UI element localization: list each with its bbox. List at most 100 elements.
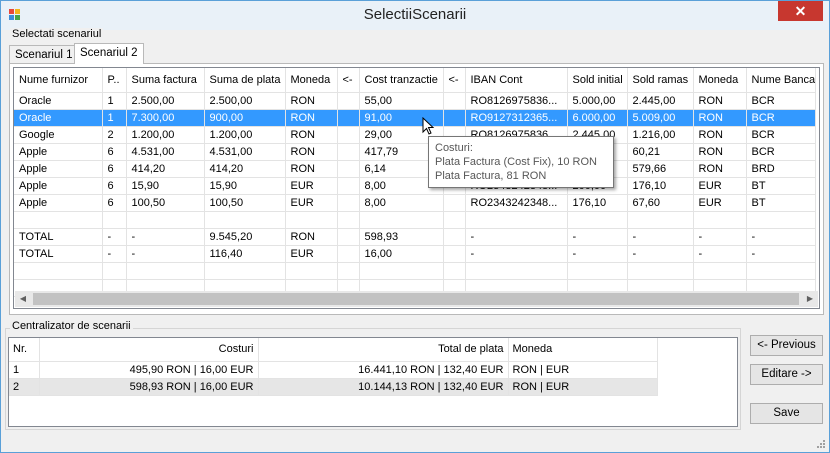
table-cell[interactable]: 15,90	[126, 177, 205, 195]
table-cell[interactable]: 900,00	[204, 109, 286, 127]
table-cell[interactable]: 60,21	[627, 143, 694, 161]
table-cell[interactable]: BCR	[746, 92, 817, 110]
table-cell[interactable]	[204, 211, 286, 229]
table-cell[interactable]: 6	[102, 160, 127, 178]
table-cell[interactable]	[443, 228, 466, 246]
table-cell[interactable]	[337, 160, 360, 178]
table-cell[interactable]: 1.216,00	[627, 126, 694, 144]
summary-grid[interactable]: Nr. Costuri Total de plata Moneda 1 495,90 R…	[8, 337, 738, 427]
table-cell[interactable]: BT	[746, 177, 817, 195]
table-cell[interactable]: TOTAL	[14, 245, 103, 263]
table-cell[interactable]: -	[693, 228, 747, 246]
table-cell[interactable]	[443, 245, 466, 263]
scroll-left-icon[interactable]: ◀	[15, 291, 31, 307]
table-row[interactable]: 1 495,90 RON | 16,00 EUR 16.441,10 RON | 1…	[9, 361, 658, 379]
column-header[interactable]: Nr.	[9, 338, 40, 362]
table-row[interactable]: TOTAL - -116,40 EUR 16,00- - - - -	[14, 245, 817, 263]
table-row[interactable]: Apple 6 414,20 414,20 RON 6,14 579,66 RON BRD	[14, 160, 817, 178]
table-cell[interactable]	[567, 211, 628, 229]
table-cell[interactable]: BCR	[746, 126, 817, 144]
table-cell[interactable]: 6	[102, 143, 127, 161]
table-cell[interactable]: 414,20	[204, 160, 286, 178]
table-cell[interactable]: EUR	[693, 177, 747, 195]
table-cell[interactable]: -	[693, 245, 747, 263]
column-header[interactable]: Cost tranzactie	[359, 68, 444, 93]
table-cell[interactable]: Apple	[14, 177, 103, 195]
table-cell[interactable]: BCR	[746, 143, 817, 161]
table-cell[interactable]: BRD	[746, 160, 817, 178]
table-cell[interactable]: RON	[285, 228, 338, 246]
table-cell[interactable]	[443, 92, 466, 110]
table-cell[interactable]: RON | EUR	[508, 361, 658, 379]
table-row[interactable]: Apple615,9015,90EUR8,00RO2343242348...20…	[14, 177, 817, 195]
column-header[interactable]: Sold initial	[567, 68, 628, 93]
horizontal-scrollbar[interactable]: ◀ ▶	[15, 291, 818, 307]
table-cell[interactable]: 5.009,00	[627, 109, 694, 127]
table-row[interactable]: Google 2 1.200,00 1.200,00 RON 29,00 RO8126975…	[14, 126, 817, 144]
table-cell[interactable]	[746, 211, 817, 229]
table-row[interactable]: TOTAL - -9.545,20 RON 598,93- - - - -	[14, 228, 817, 246]
scroll-right-icon[interactable]: ▶	[802, 291, 818, 307]
table-cell[interactable]	[337, 194, 360, 212]
table-cell[interactable]	[14, 211, 103, 229]
table-cell[interactable]	[693, 211, 747, 229]
editare-button[interactable]: Editare ->	[750, 364, 823, 385]
table-cell[interactable]	[337, 143, 360, 161]
scrollbar-thumb[interactable]	[33, 293, 799, 305]
table-cell[interactable]: -	[102, 228, 127, 246]
table-cell[interactable]: -	[465, 245, 568, 263]
table-cell[interactable]	[627, 211, 694, 229]
table-cell[interactable]: EUR	[285, 177, 338, 195]
table-cell[interactable]: 100,50	[126, 194, 205, 212]
column-header[interactable]: P..	[102, 68, 127, 93]
table-cell[interactable]: Oracle	[14, 92, 103, 110]
table-cell[interactable]	[359, 211, 444, 229]
table-cell[interactable]	[337, 92, 360, 110]
table-cell[interactable]	[443, 194, 466, 212]
table-cell[interactable]: 2.500,00	[126, 92, 205, 110]
table-cell[interactable]: BCR	[746, 109, 817, 127]
table-cell[interactable]: RON	[693, 143, 747, 161]
table-cell[interactable]	[337, 177, 360, 195]
close-button[interactable]: ✕	[778, 1, 823, 21]
resize-grip-icon[interactable]	[816, 439, 826, 449]
table-cell[interactable]: 4.531,00	[204, 143, 286, 161]
table-cell[interactable]: 1.200,00	[126, 126, 205, 144]
table-cell[interactable]: 16.441,10 RON | 132,40 EUR	[258, 361, 509, 379]
table-cell[interactable]: 1	[102, 92, 127, 110]
table-cell[interactable]: -	[126, 228, 205, 246]
column-header[interactable]: Nume furnizor	[14, 68, 103, 93]
column-header[interactable]: Moneda	[285, 68, 338, 93]
table-cell[interactable]: -	[746, 228, 817, 246]
table-cell[interactable]: 8,00	[359, 194, 444, 212]
table-cell[interactable]: RON	[285, 160, 338, 178]
table-cell[interactable]: EUR	[693, 194, 747, 212]
table-row[interactable]: Apple 6 100,50 100,50 EUR 8,00 RO2343242348...…	[14, 194, 817, 212]
table-cell[interactable]	[337, 126, 360, 144]
table-row[interactable]: 2 598,93 RON | 16,00 EUR 10.144,13 RON | 1…	[9, 378, 658, 396]
table-cell[interactable]: Oracle	[14, 109, 103, 127]
table-cell[interactable]: RON	[285, 109, 338, 127]
table-cell[interactable]: 176,10	[567, 194, 628, 212]
table-cell[interactable]	[337, 109, 360, 127]
table-cell[interactable]: -	[567, 245, 628, 263]
table-cell[interactable]: -	[567, 228, 628, 246]
table-cell[interactable]: 9.545,20	[204, 228, 286, 246]
table-cell[interactable]: Google	[14, 126, 103, 144]
table-cell[interactable]: 16,00	[359, 245, 444, 263]
column-header[interactable]: Suma de plata	[204, 68, 286, 93]
table-cell[interactable]: 6	[102, 177, 127, 195]
table-cell[interactable]: RON	[693, 109, 747, 127]
table-cell[interactable]: 2	[102, 126, 127, 144]
previous-button[interactable]: <- Previous	[750, 335, 823, 356]
table-cell[interactable]	[285, 211, 338, 229]
table-cell[interactable]: RON	[693, 160, 747, 178]
table-cell[interactable]	[465, 211, 568, 229]
column-header[interactable]: Total de plata	[258, 338, 509, 362]
table-cell[interactable]: 2.445,00	[627, 92, 694, 110]
table-cell[interactable]: 7.300,00	[126, 109, 205, 127]
table-cell[interactable]: RO9127312365...	[465, 109, 568, 127]
column-header[interactable]: Suma factura	[126, 68, 205, 93]
table-cell[interactable]: RON | EUR	[508, 378, 658, 396]
column-header[interactable]: <-	[443, 68, 466, 93]
